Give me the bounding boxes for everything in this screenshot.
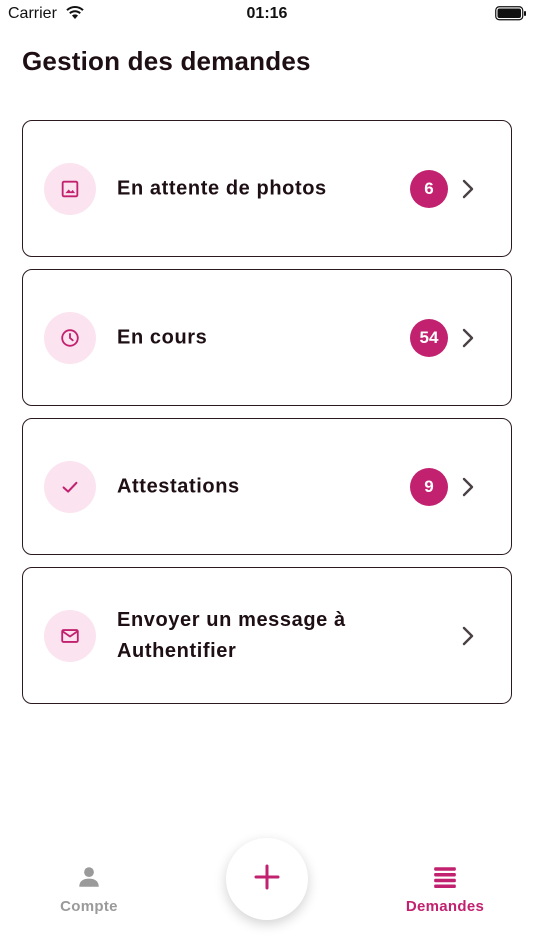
battery-icon: [495, 6, 527, 26]
count-badge: 9: [410, 468, 448, 506]
add-request-button[interactable]: [226, 838, 308, 920]
page-title: Gestion des demandes: [22, 46, 311, 76]
item-label: Attestations: [117, 475, 240, 497]
status-bar: Carrier 01:16: [0, 0, 534, 28]
chevron-right-icon: [461, 625, 475, 652]
image-icon: [44, 163, 96, 215]
item-label: En attente de photos: [117, 177, 327, 199]
item-waiting-photos[interactable]: En attente de photos 6: [22, 120, 512, 257]
tab-label: Demandes: [405, 898, 485, 915]
count-badge: 6: [410, 170, 448, 208]
tab-compte[interactable]: Compte: [29, 864, 149, 915]
clock-time: 01:16: [246, 5, 288, 22]
clock-icon: [44, 312, 96, 364]
item-label: Envoyer un message à Authentifier: [117, 608, 346, 662]
tab-demandes[interactable]: Demandes: [385, 864, 505, 915]
item-attestations[interactable]: Attestations 9: [22, 418, 512, 555]
chevron-right-icon: [461, 178, 475, 205]
request-list: En attente de photos 6 En cours 54 Attes…: [22, 120, 512, 716]
list-icon: [432, 867, 458, 894]
item-send-message[interactable]: Envoyer un message à Authentifier: [22, 567, 512, 704]
count-badge: 54: [410, 319, 448, 357]
item-label: En cours: [117, 326, 208, 348]
chevron-right-icon: [461, 476, 475, 503]
chevron-right-icon: [461, 327, 475, 354]
plus-icon: [253, 863, 281, 896]
tab-label: Compte: [60, 898, 118, 915]
mail-icon: [44, 610, 96, 662]
item-in-progress[interactable]: En cours 54: [22, 269, 512, 406]
person-icon: [76, 867, 102, 894]
check-icon: [44, 461, 96, 513]
